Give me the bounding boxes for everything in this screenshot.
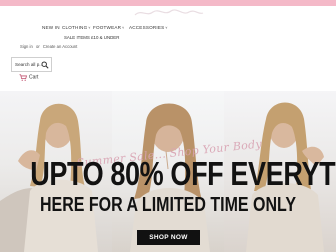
main-navigation: NEW IN CLOTHING˅ FOOTWEAR˅ ACCESSORIES˅: [0, 22, 336, 34]
nav-item-footwear[interactable]: FOOTWEAR˅: [93, 25, 124, 30]
nav-item-new-in[interactable]: NEW IN: [42, 25, 60, 30]
hero-headline: UPTO 80% OFF EVERYTHING: [30, 155, 336, 192]
logo-graphic: [134, 9, 204, 16]
sign-in-link[interactable]: Sign in: [20, 44, 33, 49]
nav-label: ACCESSORIES: [129, 25, 165, 30]
nav-label: NEW IN: [42, 25, 60, 30]
cart-icon: [19, 74, 27, 81]
hero-subline: HERE FOR A LIMITED TIME ONLY: [39, 194, 297, 216]
nav-label: FOOTWEAR: [93, 25, 122, 30]
nav-label: SALE ITEMS £10 & UNDER: [64, 35, 120, 40]
account-links: Sign in or Create an Account: [20, 44, 77, 49]
top-accent-bar: [0, 0, 336, 6]
search-icon[interactable]: [41, 61, 49, 69]
nav-item-clothing[interactable]: CLOTHING˅: [62, 25, 91, 30]
cart-label: Cart: [29, 74, 39, 81]
account-separator: or: [35, 44, 40, 49]
chevron-down-icon: ˅: [88, 26, 91, 30]
cart-link[interactable]: Cart: [19, 74, 38, 81]
search-box: Search all p...: [11, 57, 52, 72]
nav-item-sale[interactable]: SALE ITEMS £10 & UNDER: [64, 35, 119, 40]
nav-item-accessories[interactable]: ACCESSORIES˅: [129, 25, 168, 30]
hero-banner[interactable]: Summer Sale... Shop Your Body UPTO 80% O…: [0, 91, 336, 252]
search-input[interactable]: Search all p...: [15, 62, 43, 67]
create-account-link[interactable]: Create an Account: [43, 44, 77, 49]
site-logo[interactable]: [131, 7, 207, 19]
chevron-down-icon: ˅: [122, 26, 125, 30]
nav-label: CLOTHING: [62, 25, 88, 30]
chevron-down-icon: ˅: [165, 26, 168, 30]
shop-now-button[interactable]: SHOP NOW: [137, 230, 200, 245]
